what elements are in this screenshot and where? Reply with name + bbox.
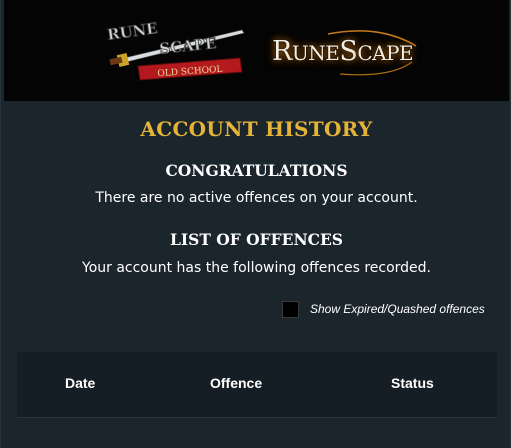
column-header-date: Date <box>65 375 96 391</box>
list-of-offences-heading: LIST OF OFFENCES <box>169 230 343 249</box>
rs-logo-r: R <box>272 36 292 67</box>
page-frame: OLD SCHOOL RUNE SCAPE RUNESCAPE ACCOUNT … <box>0 0 511 448</box>
page-title: ACCOUNT HISTORY <box>140 117 373 141</box>
osrs-word-rune: RUNE <box>106 19 159 44</box>
congratulations-heading: CONGRATULATIONS <box>165 161 348 180</box>
list-of-offences-text: Your account has the following offences … <box>82 260 431 276</box>
runescape-logo-icon[interactable]: RUNESCAPE <box>272 36 414 72</box>
osrs-sword-logo-icon[interactable]: OLD SCHOOL RUNE SCAPE <box>104 14 248 84</box>
show-expired-checkbox[interactable] <box>282 300 299 318</box>
rs-logo-une: UNE <box>291 41 340 65</box>
column-header-status: Status <box>391 375 434 391</box>
show-expired-label[interactable]: Show Expired/Quashed offences <box>310 302 485 316</box>
congratulations-text: There are no active offences on your acc… <box>95 190 418 206</box>
rs-logo-s: S <box>339 36 358 67</box>
header-banner: OLD SCHOOL RUNE SCAPE RUNESCAPE <box>4 0 509 101</box>
osrs-word-scape: SCAPE <box>159 34 218 58</box>
rs-logo-cape: CAPE <box>357 41 414 65</box>
column-header-offence: Offence <box>210 375 263 391</box>
offences-table: Date Offence Status <box>17 352 497 418</box>
show-expired-toggle[interactable]: Show Expired/Quashed offences <box>282 299 485 319</box>
